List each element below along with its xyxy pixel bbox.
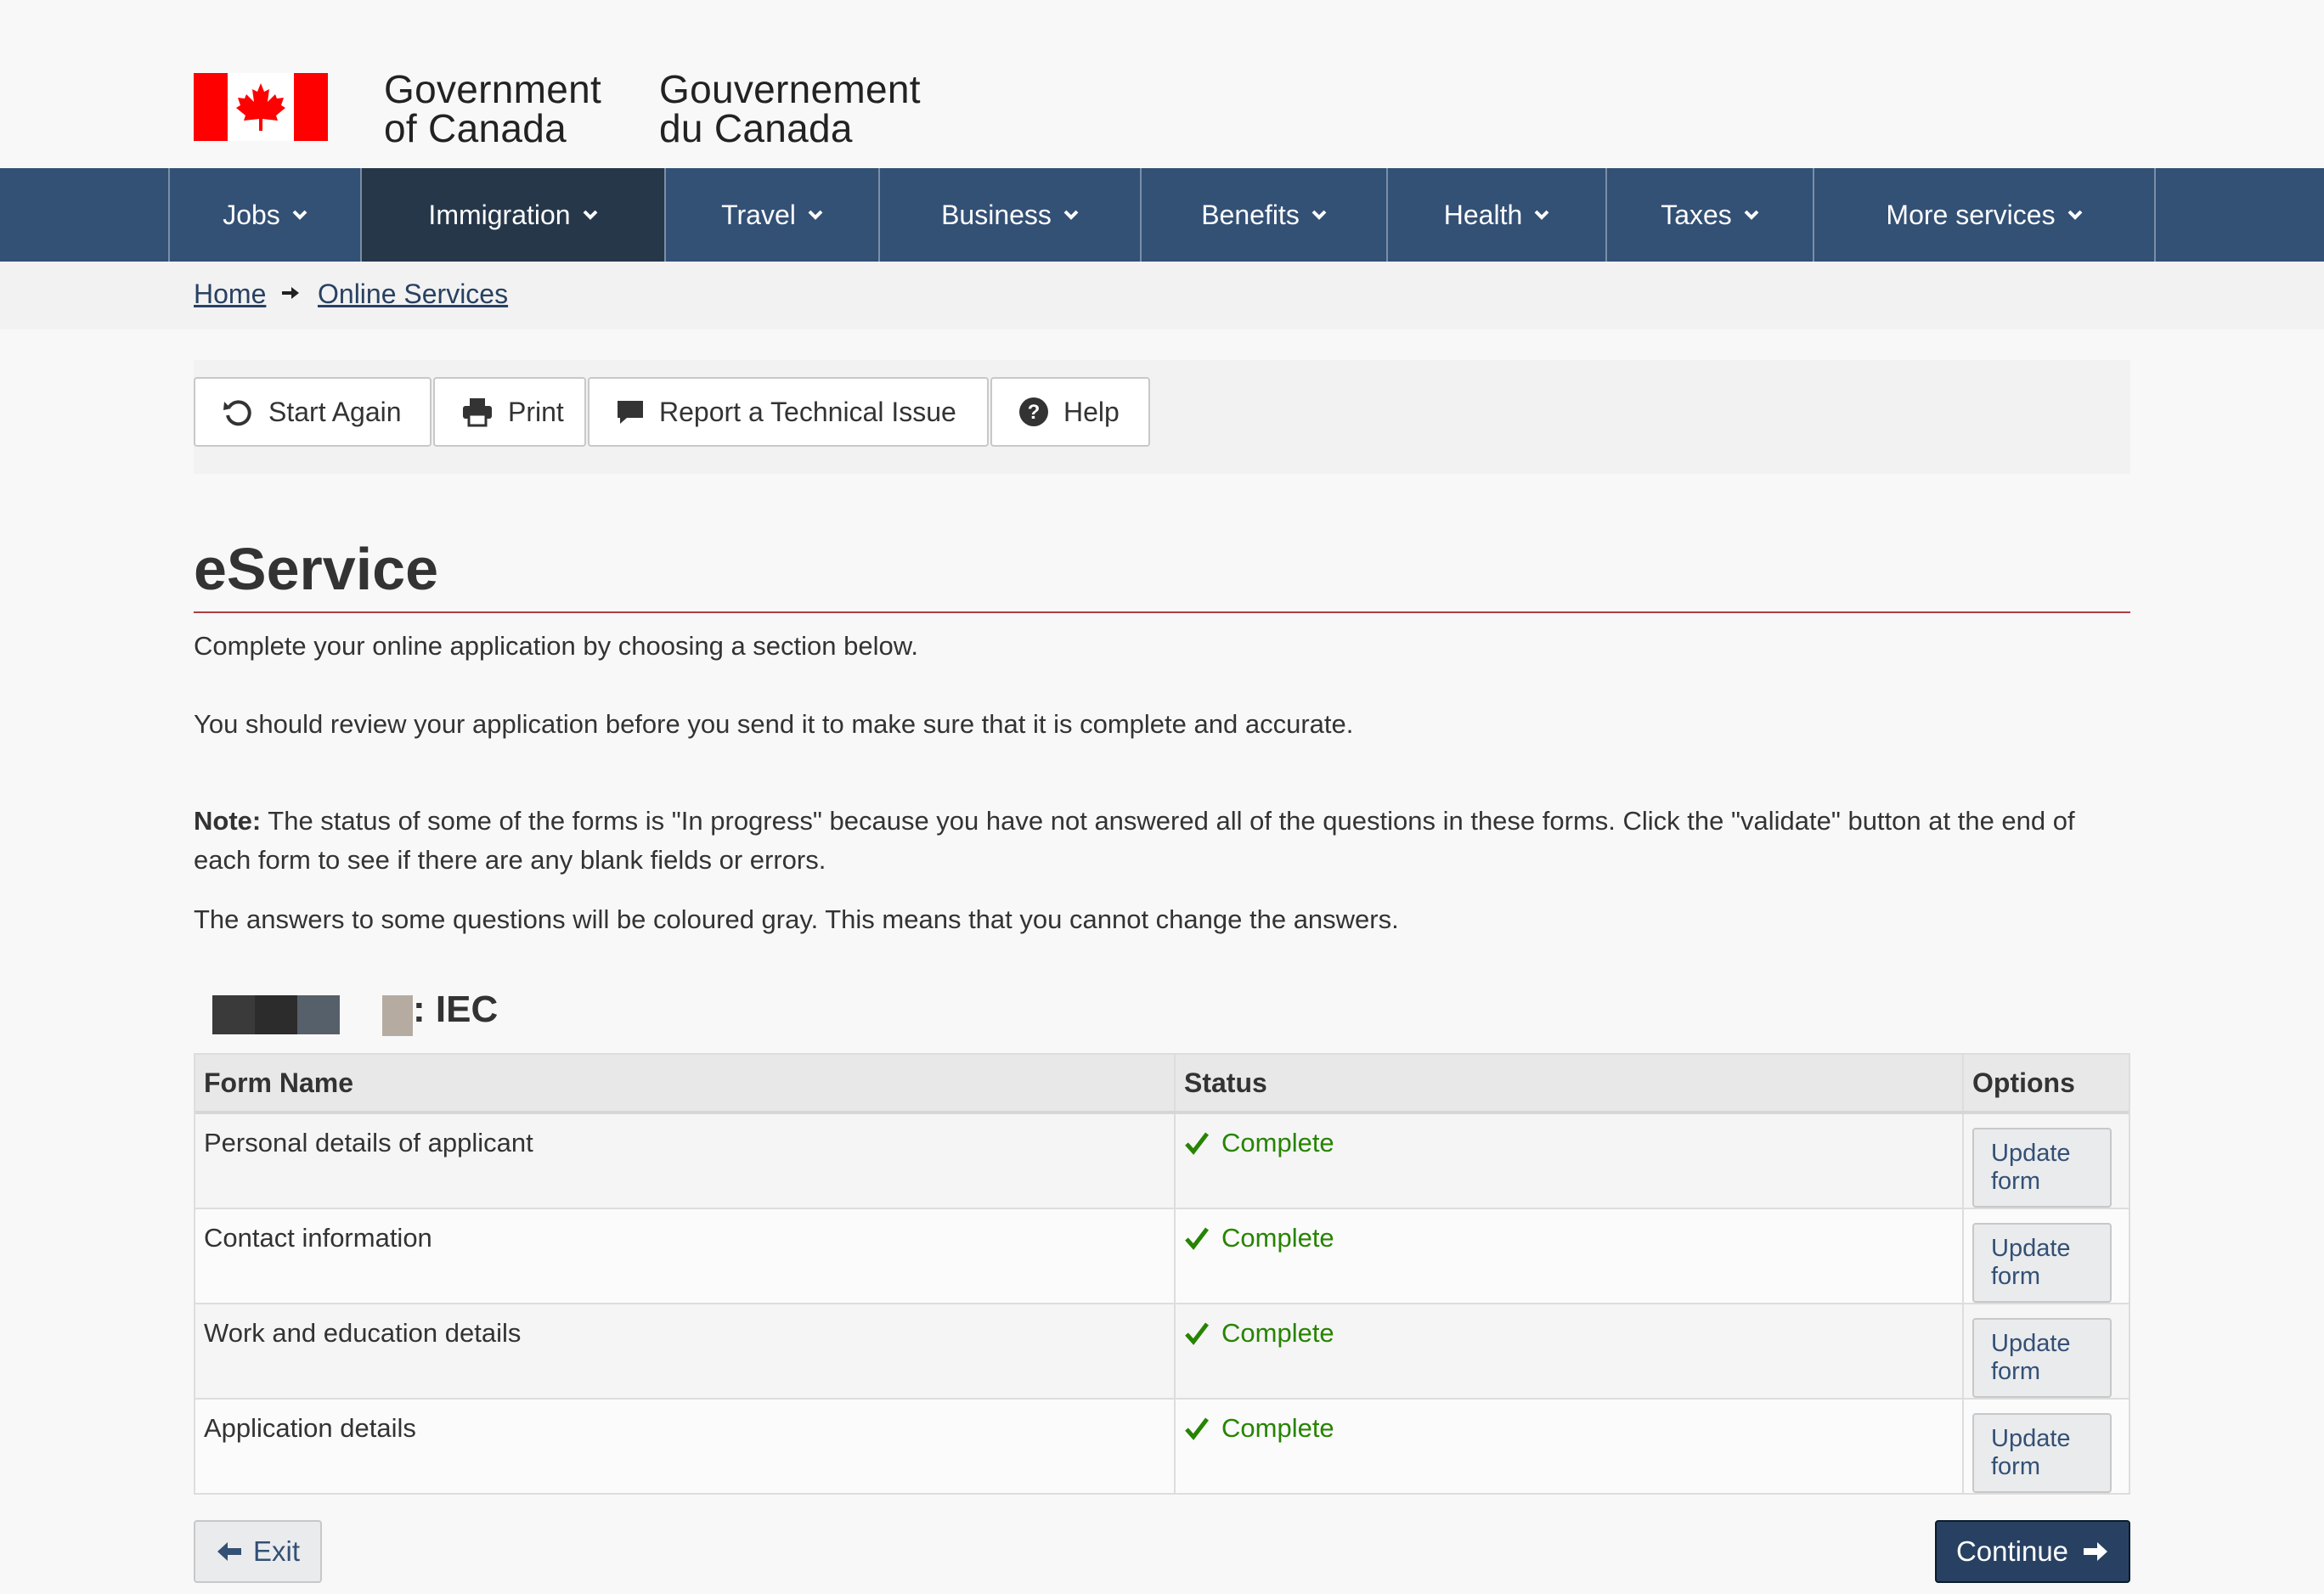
section-subtitle: : IEC <box>413 989 499 1030</box>
chevron-down-icon <box>1744 210 1759 220</box>
report-issue-button[interactable]: Report a Technical Issue <box>588 377 989 447</box>
arrow-right-icon <box>2084 1542 2108 1561</box>
table-row: Work and education details Complete Upda… <box>195 1304 2129 1400</box>
status-cell: Complete <box>1175 1208 1964 1304</box>
checkmark-icon <box>1185 1132 1209 1155</box>
continue-button[interactable]: Continue <box>1935 1520 2130 1583</box>
redacted-block <box>212 995 340 1034</box>
main-navigation: Jobs Immigration Travel Business Benefit… <box>0 168 2324 262</box>
exit-button[interactable]: Exit <box>194 1520 323 1583</box>
update-form-button[interactable]: Update form <box>1972 1223 2112 1303</box>
status-cell: Complete <box>1175 1399 1964 1493</box>
question-circle-icon: ? <box>1019 397 1048 426</box>
chevron-down-icon <box>1063 210 1079 220</box>
options-cell: Update form <box>1963 1304 2129 1400</box>
options-cell: Update form <box>1963 1112 2129 1209</box>
chevron-down-icon <box>808 210 823 220</box>
start-again-button[interactable]: Start Again <box>194 377 432 447</box>
note-label: Note: <box>194 806 262 836</box>
title-underline <box>194 611 2130 613</box>
nav-item-health[interactable]: Health <box>1386 168 1605 262</box>
intro-text: Complete your online application by choo… <box>194 631 919 661</box>
status-cell: Complete <box>1175 1304 1964 1400</box>
note-body: The status of some of the forms is "In p… <box>194 806 2075 875</box>
breadcrumb-home-link[interactable]: Home <box>194 279 266 310</box>
update-form-button[interactable]: Update form <box>1972 1413 2112 1493</box>
form-name-cell: Application details <box>195 1399 1176 1493</box>
help-button[interactable]: ? Help <box>990 377 1150 447</box>
nav-item-immigration[interactable]: Immigration <box>360 168 664 262</box>
nav-item-benefits[interactable]: Benefits <box>1140 168 1386 262</box>
chevron-down-icon <box>2067 210 2082 220</box>
signature-french: Gouvernement du Canada <box>659 67 921 150</box>
arrow-right-icon <box>282 287 299 299</box>
nav-item-more-services[interactable]: More services <box>1813 168 2156 262</box>
update-form-button[interactable]: Update form <box>1972 1318 2112 1398</box>
review-text: You should review your application befor… <box>194 709 1354 739</box>
table-row: Personal details of applicant Complete U… <box>195 1112 2129 1209</box>
chevron-down-icon <box>583 210 597 220</box>
nav-item-business[interactable]: Business <box>878 168 1140 262</box>
column-header-options: Options <box>1963 1055 2129 1114</box>
chevron-down-icon <box>1534 210 1549 220</box>
page-title: eService <box>194 536 439 602</box>
svg-text:?: ? <box>1028 401 1041 424</box>
redacted-block <box>382 995 413 1036</box>
breadcrumb-online-services-link[interactable]: Online Services <box>318 279 508 310</box>
comment-icon <box>618 401 643 424</box>
form-name-cell: Contact information <box>195 1208 1176 1304</box>
forms-table: Form Name Status Options Personal detail… <box>194 1053 2130 1495</box>
print-button[interactable]: Print <box>433 377 586 447</box>
form-name-cell: Personal details of applicant <box>195 1112 1176 1209</box>
checkmark-icon <box>1185 1417 1209 1440</box>
gray-answers-text: The answers to some questions will be co… <box>194 904 1399 934</box>
column-header-form-name: Form Name <box>195 1055 1176 1114</box>
nav-item-taxes[interactable]: Taxes <box>1605 168 1813 262</box>
nav-item-jobs[interactable]: Jobs <box>168 168 360 262</box>
status-cell: Complete <box>1175 1112 1964 1209</box>
table-row: Application details Complete Update form <box>195 1399 2129 1493</box>
printer-icon <box>463 398 492 427</box>
table-row: Contact information Complete Update form <box>195 1208 2129 1304</box>
options-cell: Update form <box>1963 1208 2129 1304</box>
chevron-down-icon <box>292 210 307 220</box>
nav-item-travel[interactable]: Travel <box>664 168 878 262</box>
form-name-cell: Work and education details <box>195 1304 1176 1400</box>
update-form-button[interactable]: Update form <box>1972 1128 2112 1208</box>
arrow-left-icon <box>217 1542 241 1561</box>
checkmark-icon <box>1185 1322 1209 1345</box>
column-header-status: Status <box>1175 1055 1964 1114</box>
options-cell: Update form <box>1963 1399 2129 1493</box>
chevron-down-icon <box>1311 210 1327 220</box>
signature-english: Government of Canada <box>384 67 602 150</box>
checkmark-icon <box>1185 1227 1209 1250</box>
refresh-icon <box>223 400 251 426</box>
note-text: Note: The status of some of the forms is… <box>194 802 2130 880</box>
canada-flag-logo <box>194 73 328 141</box>
